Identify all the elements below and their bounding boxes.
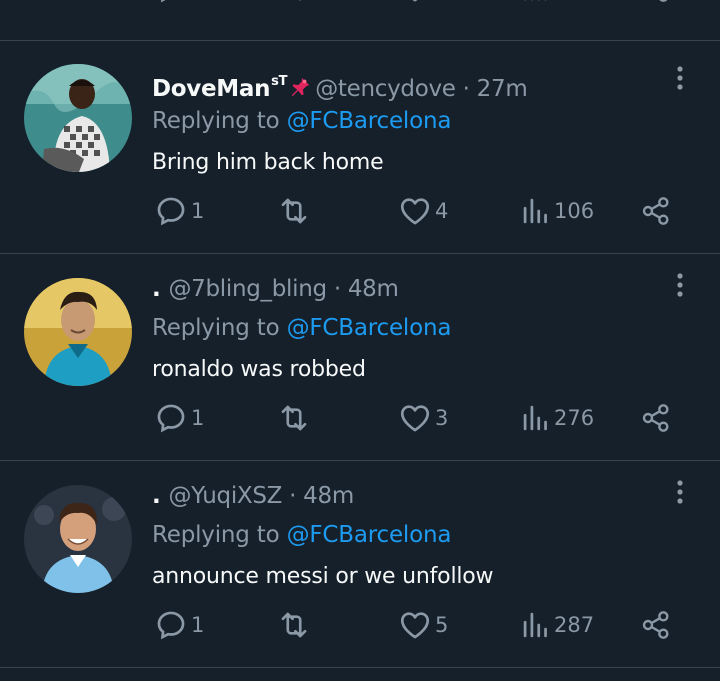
display-name-suffix: sT: [271, 74, 288, 89]
reply-icon: [157, 197, 185, 226]
heart-icon: [400, 612, 430, 639]
like-button[interactable]: 4: [398, 193, 448, 229]
reply-tweet[interactable]: . @7bling_bling · 48m Replying to @FCBarc…: [0, 271, 720, 461]
heart-icon: [400, 198, 430, 225]
share-button[interactable]: [640, 400, 672, 436]
like-button[interactable]: 3: [398, 400, 448, 436]
divider: [0, 460, 720, 461]
divider: [0, 667, 720, 668]
handle[interactable]: @7bling_bling: [168, 276, 327, 302]
tweet-header: . @7bling_bling · 48m: [152, 271, 399, 307]
replying-to-link[interactable]: @FCBarcelona: [287, 315, 452, 341]
reply-count: 1: [191, 199, 205, 223]
like-button[interactable]: 5: [398, 607, 448, 643]
reply-count: 1: [191, 613, 205, 637]
analytics-icon: [524, 0, 547, 1]
divider: [0, 40, 720, 41]
tweet-actions: 1 4 106: [0, 193, 720, 229]
like-count: 4: [435, 199, 449, 223]
handle[interactable]: @tencydove: [315, 76, 456, 102]
tweet-actions: 1 3 276: [0, 400, 720, 436]
retweet-icon: [281, 405, 307, 431]
replying-to: Replying to @FCBarcelona: [152, 104, 451, 138]
replying-to: Replying to @FCBarcelona: [152, 311, 451, 345]
replying-label: Replying to: [152, 522, 280, 548]
retweet-button[interactable]: [276, 0, 312, 6]
share-icon: [659, 0, 668, 2]
more-options-button[interactable]: [668, 478, 692, 508]
more-options-button[interactable]: [668, 64, 692, 94]
share-icon: [642, 404, 669, 432]
like-button[interactable]: [398, 0, 432, 6]
share-button[interactable]: [640, 0, 672, 6]
reply-button[interactable]: 1: [154, 193, 204, 229]
analytics-icon: [523, 612, 547, 638]
more-vertical-icon: [677, 66, 683, 90]
avatar[interactable]: [24, 278, 132, 386]
like-count: 5: [435, 613, 449, 637]
views-count: 287: [554, 613, 595, 637]
retweet-icon: [281, 612, 307, 638]
retweet-button[interactable]: [276, 193, 312, 229]
reply-icon: [160, 0, 166, 3]
display-name[interactable]: DoveMan: [152, 76, 270, 102]
tweet-header: DoveMansT @tencydove · 27m: [152, 64, 528, 102]
share-button[interactable]: [640, 193, 672, 229]
tweet-actions: 1 5 287: [0, 607, 720, 643]
tweet-header: . @YuqiXSZ · 48m: [152, 478, 354, 514]
share-icon: [642, 197, 669, 225]
replying-to: Replying to @FCBarcelona: [152, 518, 451, 552]
like-count: 3: [435, 406, 449, 430]
divider: [0, 253, 720, 254]
tweet-text: announce messi or we unfollow: [152, 564, 494, 589]
reply-icon: [157, 404, 185, 433]
replying-to-link[interactable]: @FCBarcelona: [287, 108, 452, 134]
reply-count: 1: [191, 406, 205, 430]
reply-icon: [157, 611, 185, 640]
retweet-icon: [281, 198, 307, 224]
share-button[interactable]: [640, 607, 672, 643]
replying-label: Replying to: [152, 315, 280, 341]
retweet-button[interactable]: [276, 607, 312, 643]
display-name[interactable]: .: [152, 483, 161, 509]
tweet-text: Bring him back home: [152, 150, 384, 175]
reply-button[interactable]: [154, 0, 188, 6]
reply-tweet[interactable]: . @YuqiXSZ · 48m Replying to @FCBarcelona…: [0, 478, 720, 668]
reply-tweet[interactable]: DoveMansT @tencydove · 27m Replying to @F…: [0, 64, 720, 254]
tweet-text: ronaldo was robbed: [152, 357, 366, 382]
more-vertical-icon: [677, 480, 683, 504]
timestamp[interactable]: · 27m: [463, 76, 528, 102]
views-count: 276: [554, 406, 595, 430]
heart-icon: [412, 0, 418, 2]
timestamp[interactable]: · 48m: [334, 276, 399, 302]
replying-to-link[interactable]: @FCBarcelona: [287, 522, 452, 548]
analytics-icon: [523, 405, 547, 431]
reply-button[interactable]: 1: [154, 607, 204, 643]
retweet-button[interactable]: [276, 400, 312, 436]
timestamp[interactable]: · 48m: [289, 483, 354, 509]
more-vertical-icon: [677, 273, 683, 297]
views-button[interactable]: 287: [521, 607, 594, 643]
display-name[interactable]: .: [152, 276, 161, 302]
handle[interactable]: @YuqiXSZ: [168, 483, 282, 509]
views-button[interactable]: 106: [521, 193, 594, 229]
retweet-icon: [299, 0, 302, 1]
analytics-icon: [523, 198, 547, 224]
heart-icon: [400, 405, 430, 432]
reply-button[interactable]: 1: [154, 400, 204, 436]
avatar[interactable]: [24, 64, 132, 172]
views-count: 106: [554, 199, 595, 223]
more-options-button[interactable]: [668, 271, 692, 301]
views-button[interactable]: 276: [521, 400, 594, 436]
avatar[interactable]: [24, 485, 132, 593]
views-button[interactable]: 70: [521, 0, 581, 6]
replying-label: Replying to: [152, 108, 280, 134]
share-icon: [642, 611, 669, 639]
reply-feed: 70: [0, 0, 720, 681]
